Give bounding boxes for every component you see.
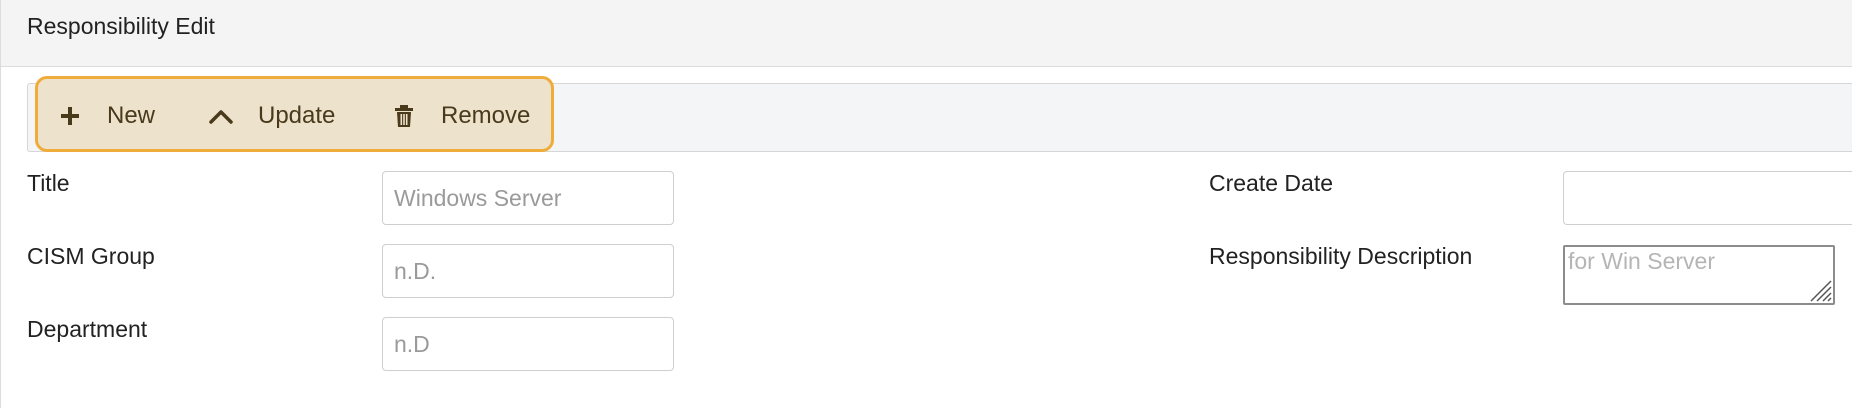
title-label: Title — [27, 170, 70, 196]
title-input[interactable]: Windows Server — [382, 171, 674, 225]
resize-grip-icon[interactable] — [1806, 276, 1832, 302]
cism-group-label: CISM Group — [27, 243, 155, 269]
panel-title: Responsibility Edit — [27, 13, 215, 39]
update-button[interactable]: Update — [208, 100, 335, 132]
new-button-label: New — [107, 102, 156, 129]
responsibility-edit-panel: Responsibility Edit New Update Remove Ti… — [0, 0, 1852, 408]
create-date-label: Create Date — [1209, 170, 1334, 196]
plus-icon — [57, 100, 83, 132]
trash-icon — [391, 100, 417, 132]
panel-header: Responsibility Edit — [1, 0, 1852, 67]
title-input-value: Windows Server — [394, 184, 562, 211]
department-input[interactable]: n.D — [382, 317, 674, 371]
department-input-value: n.D — [394, 330, 430, 357]
description-textarea[interactable]: for Win Server — [1563, 245, 1835, 305]
chevron-up-icon — [208, 100, 234, 132]
description-label: Responsibility Description — [1209, 243, 1473, 269]
department-label: Department — [27, 316, 148, 342]
description-textarea-value: for Win Server — [1568, 248, 1715, 274]
remove-button-label: Remove — [441, 102, 531, 129]
cism-group-input[interactable]: n.D. — [382, 244, 674, 298]
update-button-label: Update — [258, 102, 336, 129]
new-button[interactable]: New — [57, 100, 155, 132]
cism-group-input-value: n.D. — [394, 257, 437, 284]
remove-button[interactable]: Remove — [391, 100, 530, 132]
create-date-input[interactable] — [1563, 171, 1852, 225]
